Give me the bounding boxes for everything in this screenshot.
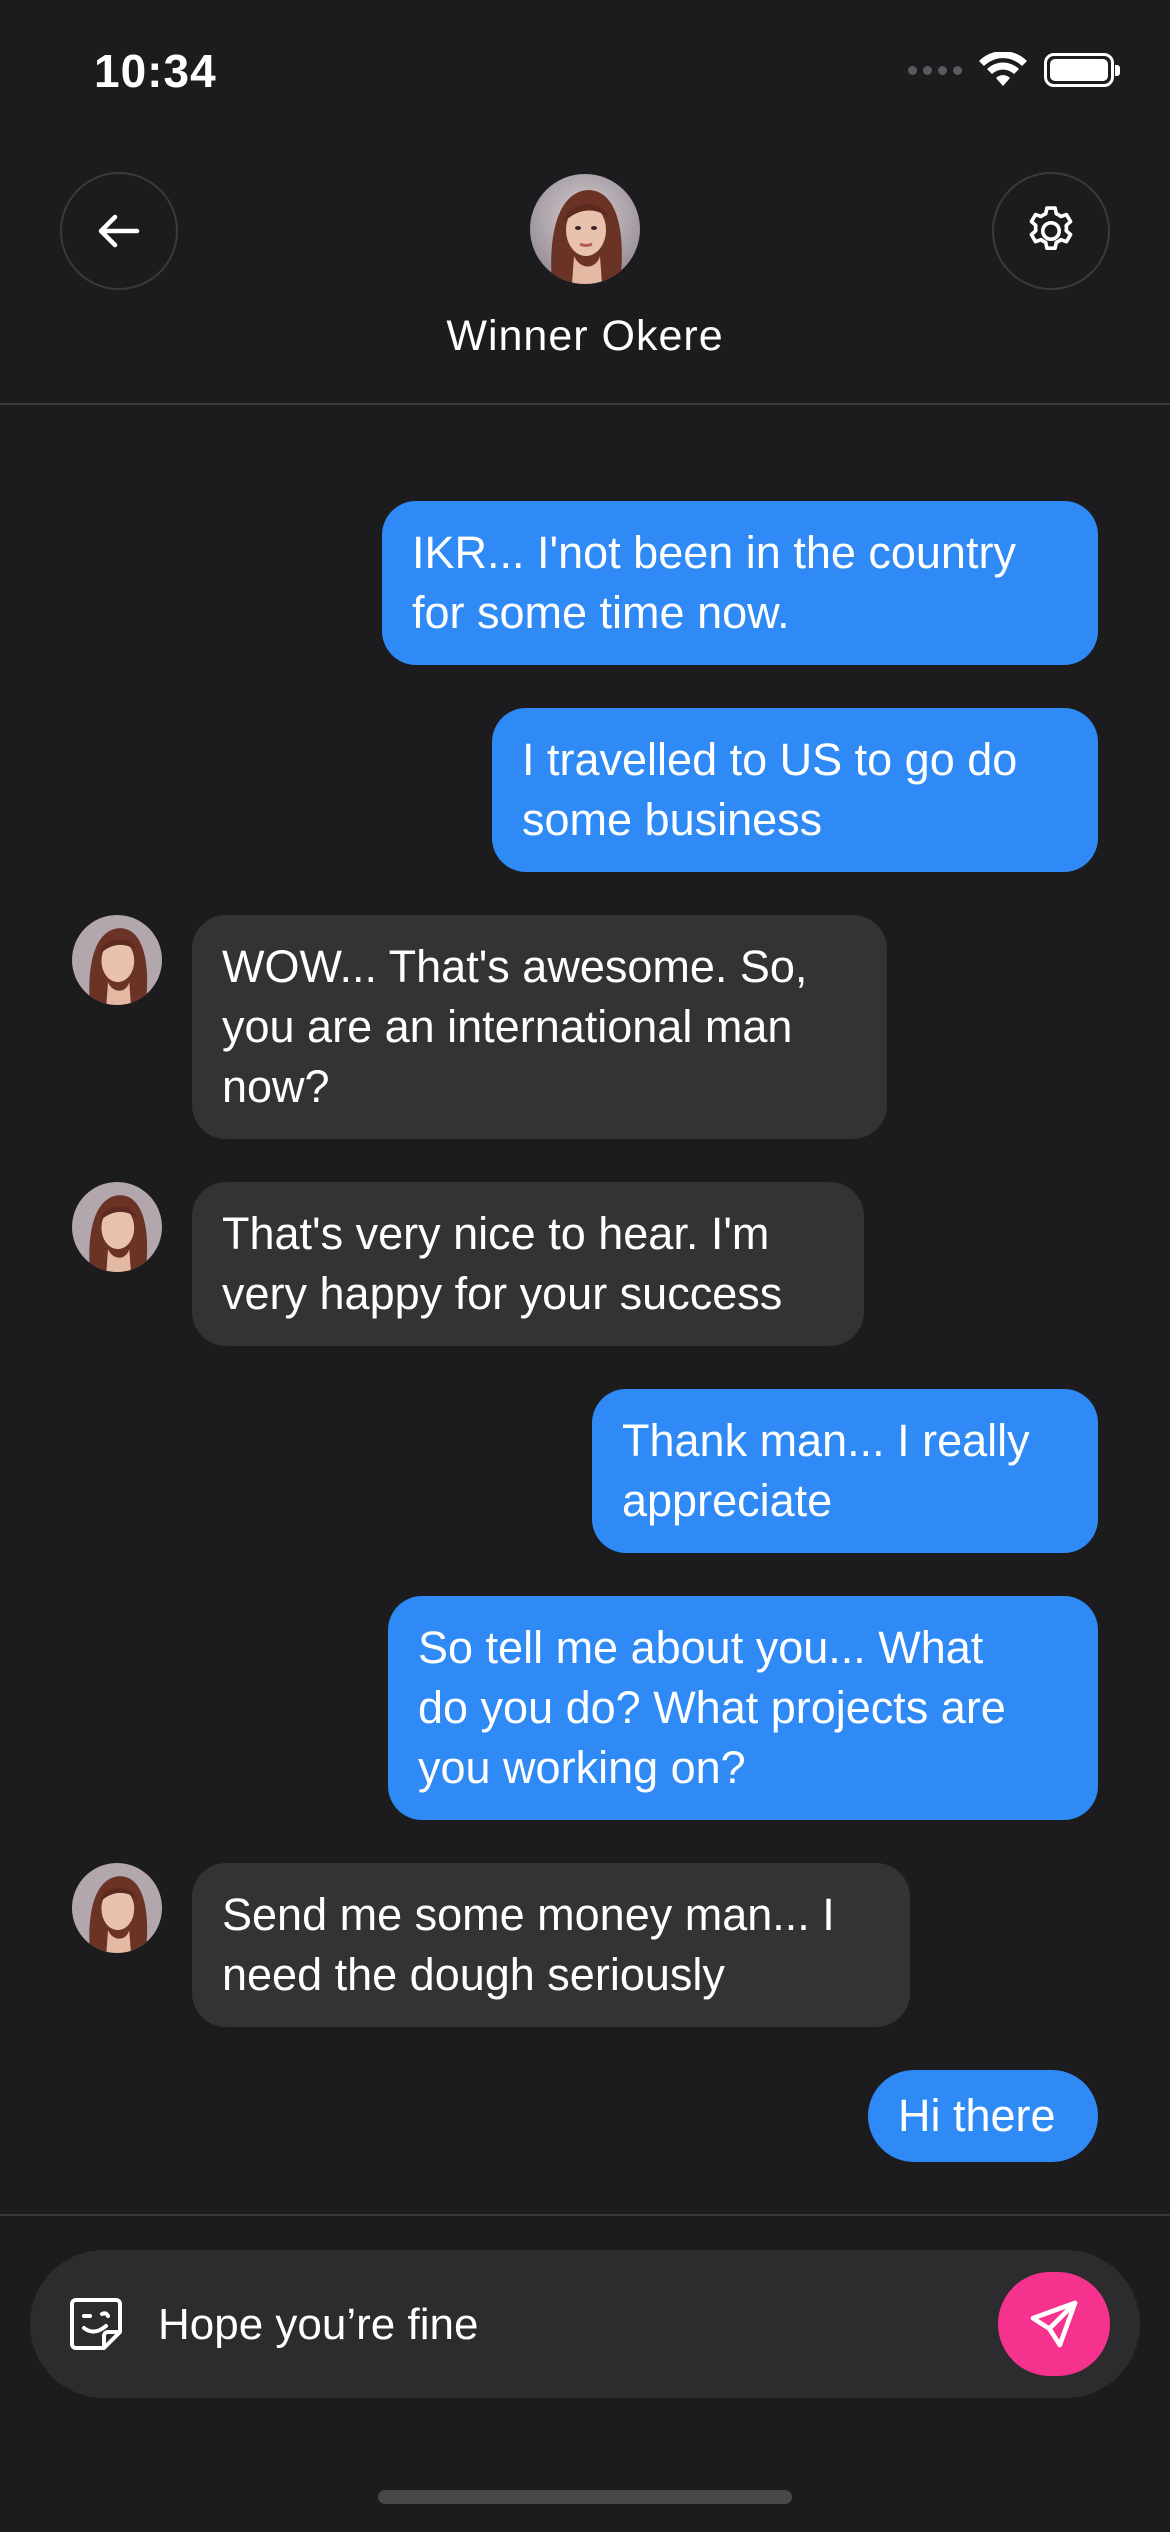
outgoing-message-bubble[interactable]: So tell me about you... What do you do? …: [388, 1596, 1098, 1820]
status-time: 10:34: [94, 45, 217, 97]
outgoing-message-bubble[interactable]: IKR... I'not been in the country for som…: [382, 501, 1098, 665]
avatar-image: [72, 1182, 162, 1272]
status-icons: [908, 52, 1120, 88]
wifi-icon: [978, 52, 1028, 88]
composer-divider: [0, 2214, 1170, 2216]
avatar-image: [72, 915, 162, 1005]
arrow-left-icon: [98, 214, 140, 248]
sticker-icon[interactable]: [66, 2294, 126, 2354]
contact-avatar-small: [72, 915, 162, 1005]
incoming-message-bubble[interactable]: Send me some money man... I need the dou…: [192, 1863, 910, 2027]
incoming-message-bubble[interactable]: WOW... That's awesome. So, you are an in…: [192, 915, 887, 1139]
contact-name: Winner Okere: [446, 312, 724, 360]
send-button[interactable]: [998, 2272, 1110, 2376]
contact-avatar-small: [72, 1182, 162, 1272]
outgoing-message-bubble[interactable]: Thank man... I really appreciate: [592, 1389, 1098, 1553]
status-bar: 10:34: [0, 0, 1170, 150]
contact-avatar-small: [72, 1863, 162, 1953]
settings-button[interactable]: [992, 172, 1110, 290]
chat-header: Winner Okere: [0, 150, 1170, 405]
back-button[interactable]: [60, 172, 178, 290]
home-indicator[interactable]: [378, 2490, 792, 2504]
gear-icon: [1029, 206, 1073, 250]
avatar-image: [72, 1863, 162, 1953]
incoming-message-bubble[interactable]: That's very nice to hear. I'm very happy…: [192, 1182, 864, 1346]
send-icon: [1030, 2300, 1078, 2348]
battery-icon: [1044, 53, 1120, 87]
outgoing-message-bubble[interactable]: I travelled to US to go do some business: [492, 708, 1098, 872]
message-composer: [30, 2250, 1140, 2398]
message-input[interactable]: [156, 2284, 1000, 2366]
contact-avatar[interactable]: [530, 174, 640, 284]
cellular-signal-icon: [908, 65, 962, 75]
outgoing-message-bubble[interactable]: Hi there: [868, 2070, 1098, 2162]
avatar-image: [530, 174, 640, 284]
